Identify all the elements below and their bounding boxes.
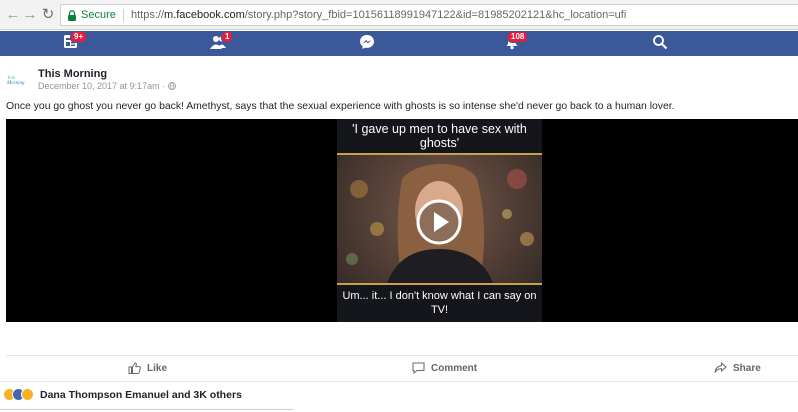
- address-divider: [123, 9, 124, 22]
- url-field[interactable]: Secure https://m.facebook.com/story.php?…: [60, 4, 798, 26]
- comment-icon: [412, 362, 425, 375]
- facebook-navbar: 9+ 1 108: [0, 31, 798, 56]
- url-path: /story.php?story_fbid=10156118991947122&…: [244, 9, 627, 21]
- post-timestamp-text: December 10, 2017 at 9:17am ·: [38, 81, 166, 91]
- browser-address-bar: ← → ↻ Secure https://m.facebook.com/stor…: [0, 0, 798, 30]
- action-bar-divider: [0, 381, 798, 382]
- friend-requests-badge: 1: [221, 31, 234, 43]
- video-player[interactable]: 'I gave up men to have sex with ghosts' …: [6, 119, 798, 322]
- comment-button[interactable]: Comment: [412, 362, 478, 375]
- globe-icon: [168, 82, 176, 90]
- post-text: Once you go ghost you never go back! Ame…: [6, 101, 675, 112]
- back-arrow-icon[interactable]: ←: [5, 7, 21, 23]
- notifications-badge: 108: [507, 31, 529, 43]
- post-timestamp[interactable]: December 10, 2017 at 9:17am ·: [38, 81, 176, 91]
- share-icon: [714, 361, 727, 373]
- friend-requests-icon[interactable]: 1: [210, 31, 234, 52]
- comment-label: Comment: [431, 363, 478, 374]
- secure-label: Secure: [81, 9, 116, 21]
- play-button-icon[interactable]: [416, 199, 462, 245]
- url-text[interactable]: https://m.facebook.com/story.php?story_f…: [131, 9, 626, 21]
- reload-icon[interactable]: ↻: [40, 7, 56, 23]
- wow-reaction-icon: [21, 388, 34, 401]
- video-caption-top: 'I gave up men to have sex with ghosts': [337, 119, 542, 153]
- messenger-icon[interactable]: [359, 34, 377, 52]
- url-prefix: https://: [131, 9, 165, 21]
- share-button[interactable]: Share: [714, 361, 761, 374]
- thumbs-up-icon: [128, 362, 141, 374]
- video-thumbnail[interactable]: 'I gave up men to have sex with ghosts' …: [337, 119, 542, 322]
- news-feed-icon[interactable]: 9+: [63, 31, 88, 52]
- like-label: Like: [147, 363, 168, 374]
- forward-arrow-icon[interactable]: →: [22, 7, 38, 23]
- search-icon[interactable]: [652, 34, 670, 52]
- share-label: Share: [733, 363, 761, 374]
- page-avatar[interactable]: this Morning: [6, 73, 33, 88]
- like-button[interactable]: Like: [128, 362, 167, 374]
- caption-divider: [337, 153, 542, 155]
- news-feed-badge: 9+: [70, 31, 88, 43]
- action-bar-divider: [6, 355, 798, 356]
- notifications-icon[interactable]: 108: [504, 31, 529, 52]
- footer-divider: [0, 409, 294, 410]
- reactions-summary[interactable]: Dana Thompson Emanuel and 3K others: [40, 389, 242, 401]
- lock-icon: [68, 10, 76, 21]
- url-host: m.facebook.com: [164, 9, 245, 21]
- svg-text:this: this: [8, 75, 16, 80]
- post-author[interactable]: This Morning: [38, 68, 107, 80]
- svg-text:Morning: Morning: [6, 81, 25, 86]
- video-caption-bottom: Um... it... I don't know what I can say …: [337, 285, 542, 322]
